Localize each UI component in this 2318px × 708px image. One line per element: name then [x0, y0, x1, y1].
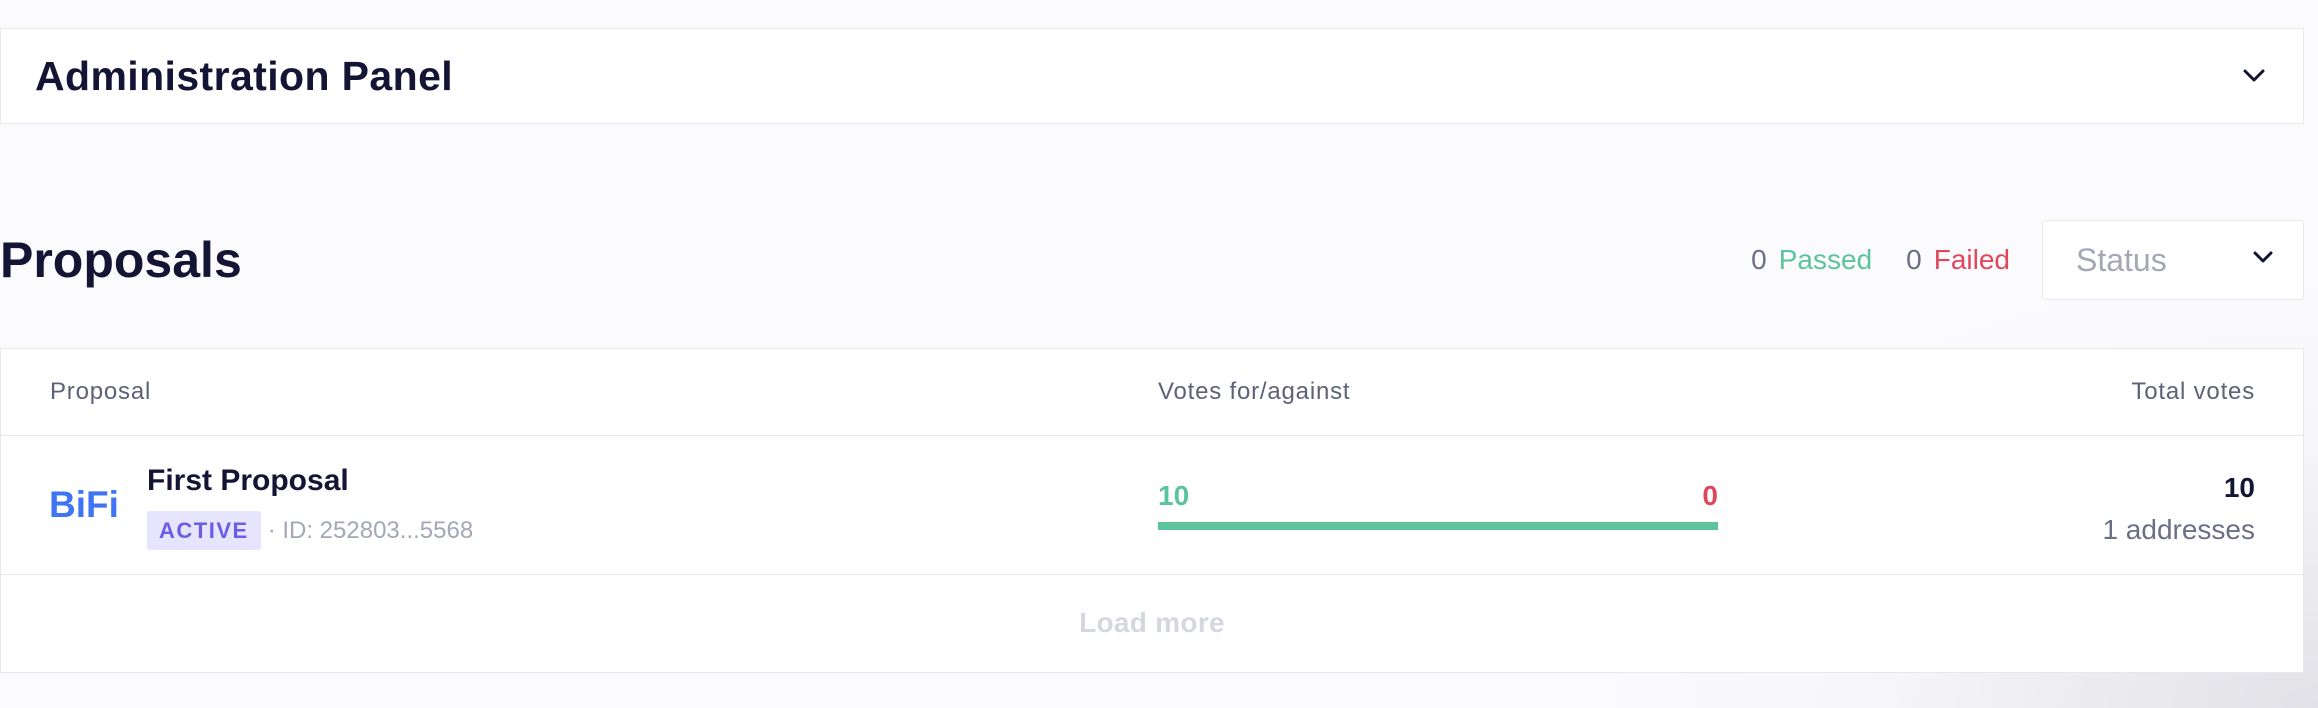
total-addresses: 1 addresses: [2102, 514, 2255, 545]
page: Administration Panel Proposals 0 Passed …: [0, 0, 2318, 708]
proposals-header: Proposals 0 Passed 0 Failed Status: [0, 219, 2304, 301]
column-header-total-votes: Total votes: [2131, 378, 2255, 405]
passed-count: 0: [1751, 244, 1767, 275]
failed-count: 0: [1906, 244, 1922, 275]
table-row[interactable]: BiFi First Proposal ACTIVE · ID: 252803.…: [1, 436, 2303, 575]
proposals-title: Proposals: [0, 232, 242, 288]
column-header-proposal: Proposal: [50, 378, 152, 405]
status-badge: ACTIVE: [147, 511, 261, 550]
votes-for: 10: [1158, 480, 1190, 511]
chevron-down-icon: [2253, 251, 2273, 269]
proposal-id: · ID: 252803...5568: [267, 516, 474, 544]
admin-panel-header[interactable]: Administration Panel: [0, 28, 2304, 124]
column-header-votes: Votes for/against: [1158, 378, 1351, 405]
votes-for-against: 10 0: [1158, 480, 1718, 530]
votes-progress-bar: [1158, 522, 1718, 530]
proposals-summary: 0 Passed 0 Failed Status: [1751, 219, 2304, 301]
passed-counter: 0 Passed: [1751, 244, 1872, 276]
status-placeholder: Status: [2076, 241, 2167, 278]
load-more-button[interactable]: Load more: [1, 575, 2303, 671]
votes-progress-fill: [1158, 522, 1718, 530]
failed-label: Failed: [1933, 244, 2010, 275]
chevron-down-icon[interactable]: [2239, 61, 2269, 91]
total-votes-cell: 10 1 addresses: [2102, 472, 2255, 546]
passed-label: Passed: [1778, 244, 1873, 275]
admin-panel-title: Administration Panel: [35, 52, 454, 99]
votes-against: 0: [1702, 480, 1718, 511]
failed-counter: 0 Failed: [1906, 244, 2010, 276]
proposal-name: First Proposal: [147, 464, 349, 497]
bifi-logo: BiFi: [49, 484, 119, 525]
proposals-table: Proposal Votes for/against Total votes B…: [0, 348, 2304, 673]
status-filter-select[interactable]: Status: [2042, 220, 2304, 300]
table-header: Proposal Votes for/against Total votes: [1, 349, 2303, 436]
total-votes: 10: [2223, 472, 2255, 503]
proposal-meta: ACTIVE · ID: 252803...5568: [147, 511, 473, 550]
